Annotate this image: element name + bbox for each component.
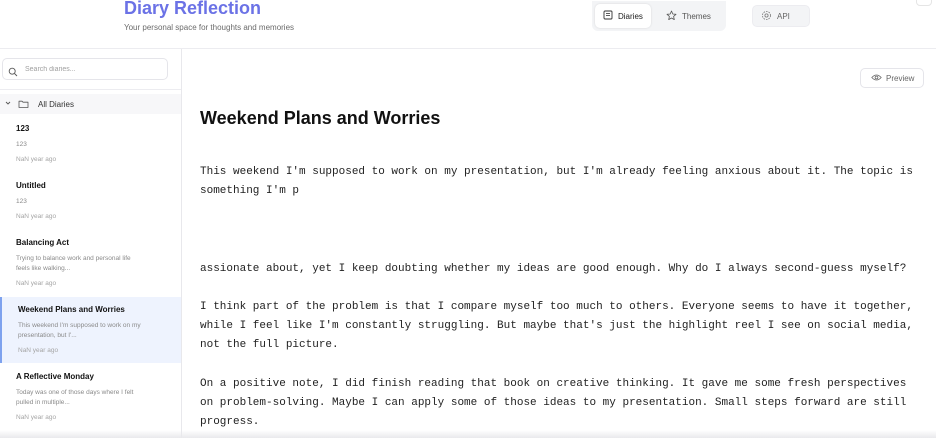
tab-diaries[interactable]: Diaries (595, 4, 651, 28)
star-icon (666, 10, 677, 23)
entry-preview: Today was one of those days where I felt… (16, 389, 134, 406)
diary-content: Preview Weekend Plans and Worries This w… (182, 49, 936, 438)
entry-title: Weekend Plans and Worries (18, 305, 125, 314)
folder-icon (18, 99, 29, 111)
preview-label: Preview (886, 73, 915, 83)
api-button[interactable]: API (752, 5, 810, 27)
gear-icon (761, 10, 772, 23)
search-input[interactable] (25, 62, 161, 76)
bottom-edge (0, 430, 936, 438)
sidebar-divider (0, 89, 181, 90)
entry-title: Balancing Act (16, 238, 70, 247)
diary-paragraph: I think part of the problem is that I co… (200, 301, 913, 351)
entry-date: NaN year ago (16, 414, 57, 421)
sidebar: All Diaries 123 123 NaN year ago Untitle… (0, 49, 182, 438)
book-icon (603, 10, 613, 22)
diary-entry-active[interactable]: Weekend Plans and Worries This weekend I… (0, 297, 181, 363)
entry-preview: This weekend I'm supposed to work on my … (18, 322, 141, 339)
entry-date: NaN year ago (18, 347, 59, 354)
window-control[interactable] (916, 0, 932, 6)
tab-diaries-label: Diaries (618, 11, 643, 21)
diary-entry[interactable]: A Reflective Monday Today was one of tho… (0, 364, 181, 430)
entry-date: NaN year ago (16, 156, 57, 163)
entry-date: NaN year ago (16, 280, 57, 287)
tab-themes[interactable]: Themes (658, 4, 719, 28)
diary-paragraph: On a positive note, I did finish reading… (200, 378, 907, 428)
entry-preview: Trying to balance work and personal life… (16, 255, 131, 272)
main-nav: Diaries Themes (592, 1, 726, 31)
entry-preview: 123 (16, 198, 27, 205)
app-subtitle: Your personal space for thoughts and mem… (124, 23, 295, 32)
folder-label: All Diaries (38, 100, 75, 109)
app-header: Diary Reflection Your personal space for… (0, 0, 936, 49)
entry-title: 123 (16, 124, 30, 133)
diary-paragraph: This weekend I'm supposed to work on my … (200, 166, 913, 197)
entry-title: Untitled (16, 181, 46, 190)
search-box (2, 58, 168, 80)
diary-title: Weekend Plans and Worries (200, 108, 441, 128)
search-icon (8, 64, 18, 82)
diary-paragraph: assionate about, yet I keep doubting whe… (200, 263, 907, 275)
entry-date: NaN year ago (16, 213, 57, 220)
eye-icon (871, 73, 882, 84)
tab-themes-label: Themes (682, 11, 711, 21)
preview-button[interactable]: Preview (860, 68, 924, 88)
api-label: API (777, 11, 790, 21)
entry-title: A Reflective Monday (16, 372, 94, 381)
entry-preview: 123 (16, 141, 27, 148)
chevron-down-icon[interactable] (4, 99, 12, 109)
folder-all-diaries[interactable]: All Diaries (0, 94, 181, 114)
diary-entry[interactable]: Untitled 123 NaN year ago (0, 173, 181, 229)
app-title: Diary Reflection (124, 0, 262, 18)
diary-entry[interactable]: 123 123 NaN year ago (0, 116, 181, 172)
diary-entry[interactable]: Balancing Act Trying to balance work and… (0, 230, 181, 296)
